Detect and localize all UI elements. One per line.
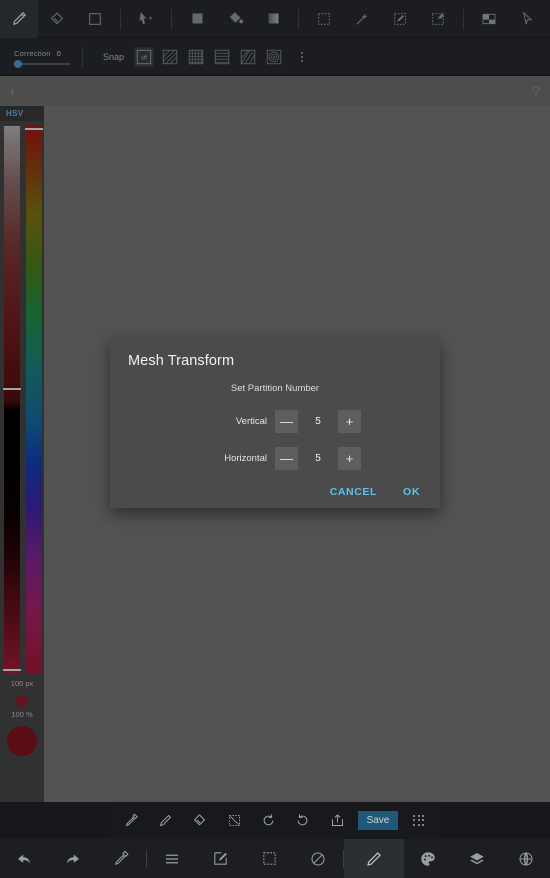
quick-action-bar: Save — [110, 802, 440, 838]
eyedropper-nav[interactable] — [98, 839, 147, 878]
settings-nav[interactable] — [501, 839, 550, 878]
eraser-button[interactable] — [186, 806, 214, 834]
dialog-actions: CANCEL OK — [128, 486, 422, 498]
horizontal-increment-button[interactable]: + — [338, 447, 361, 470]
undo-nav[interactable] — [0, 839, 49, 878]
drag-handle-dots[interactable] — [405, 806, 433, 834]
redo-nav[interactable] — [49, 839, 98, 878]
horizontal-label: Horizontal — [224, 453, 267, 464]
redo-button[interactable] — [289, 806, 317, 834]
vertical-increment-button[interactable]: + — [338, 410, 361, 433]
vertical-stepper-row: Vertical — 5 + — [128, 410, 422, 433]
drawing-app-window: Aa Correction0 Snap off — [0, 0, 550, 878]
vertical-value: 5 — [315, 416, 321, 427]
mesh-transform-dialog: Mesh Transform Set Partition Number Vert… — [110, 337, 440, 508]
edit-nav[interactable] — [196, 839, 245, 878]
bottom-navigation-bar — [0, 838, 550, 878]
vertical-decrement-button[interactable]: — — [275, 410, 298, 433]
palette-nav[interactable] — [404, 839, 453, 878]
horizontal-stepper-row: Horizontal — 5 + — [128, 447, 422, 470]
pencil-button[interactable] — [152, 806, 180, 834]
horizontal-value: 5 — [315, 453, 321, 464]
cancel-button[interactable]: CANCEL — [330, 486, 377, 498]
brush-nav[interactable] — [343, 838, 404, 878]
dialog-title: Mesh Transform — [128, 353, 235, 369]
transparency-nav[interactable] — [294, 839, 343, 878]
horizontal-decrement-button[interactable]: — — [275, 447, 298, 470]
vertical-label: Vertical — [235, 416, 267, 427]
select-nav[interactable] — [245, 839, 294, 878]
dialog-subtitle: Set Partition Number — [230, 383, 320, 394]
menu-nav[interactable] — [147, 839, 196, 878]
ok-button[interactable]: OK — [403, 486, 420, 498]
layers-nav[interactable] — [452, 839, 501, 878]
share-button[interactable] — [323, 806, 351, 834]
eyedropper-button[interactable] — [117, 806, 145, 834]
undo-button[interactable] — [255, 806, 283, 834]
deselect-button[interactable] — [220, 806, 248, 834]
save-button[interactable]: Save — [357, 810, 399, 830]
